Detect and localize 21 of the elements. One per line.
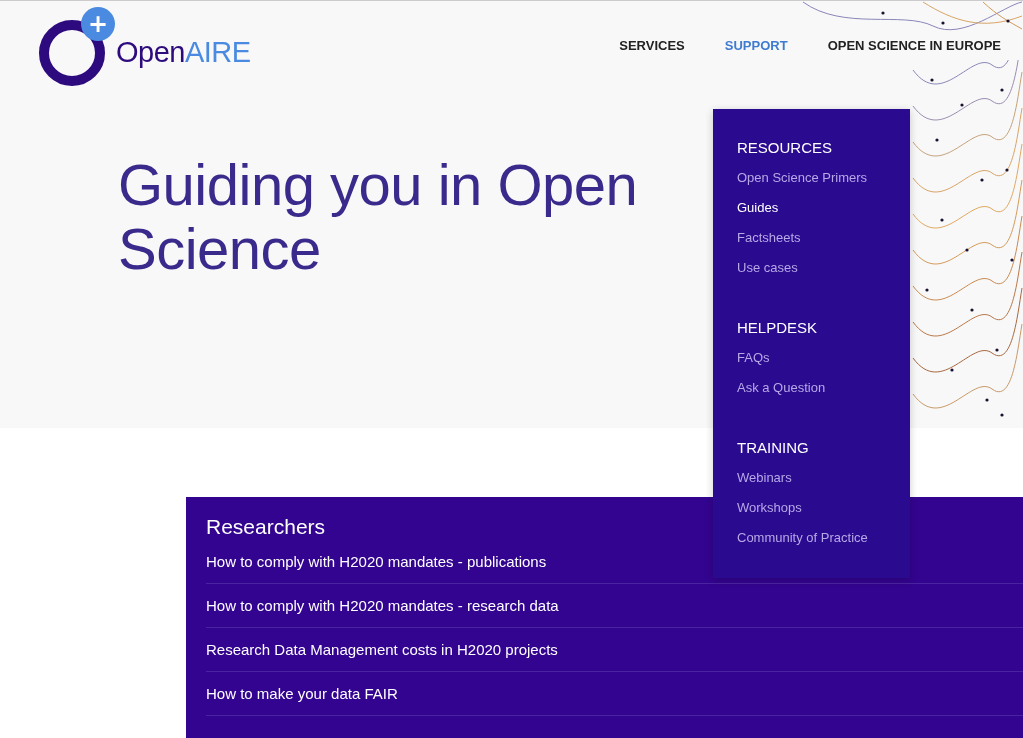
menu-item[interactable]: Guides: [737, 199, 873, 216]
menu-item[interactable]: Ask a Question: [737, 379, 873, 396]
nav-link[interactable]: SUPPORT: [724, 38, 788, 53]
panel-heading: Researchers: [206, 515, 326, 539]
logo-wordmark[interactable]: OpenAIRE: [116, 35, 251, 69]
nav-link[interactable]: SERVICES: [619, 38, 685, 53]
menu-item[interactable]: Use cases: [737, 259, 873, 276]
guide-link[interactable]: How to make your data FAIR: [206, 685, 1023, 716]
hero-heading: Guiding you in Open Science: [118, 153, 639, 281]
nav-link[interactable]: OPEN SCIENCE IN EUROPE: [827, 38, 1001, 53]
menu-item[interactable]: Workshops: [737, 499, 873, 516]
guide-link[interactable]: Research Data Management costs in H2020 projects: [206, 641, 1023, 672]
menu-section-heading: HELPDESK: [737, 319, 818, 336]
menu-item[interactable]: Community of Practice: [737, 529, 873, 546]
menu-item[interactable]: Webinars: [737, 469, 873, 486]
guide-link[interactable]: How to comply with H2020 mandates - research data: [206, 597, 1023, 628]
menu-item[interactable]: Open Science Primers: [737, 169, 873, 186]
menu-section-heading: TRAINING: [737, 439, 809, 456]
menu-section-heading: RESOURCES: [737, 139, 833, 156]
menu-item[interactable]: FAQs: [737, 349, 873, 366]
menu-item[interactable]: Factsheets: [737, 229, 873, 246]
